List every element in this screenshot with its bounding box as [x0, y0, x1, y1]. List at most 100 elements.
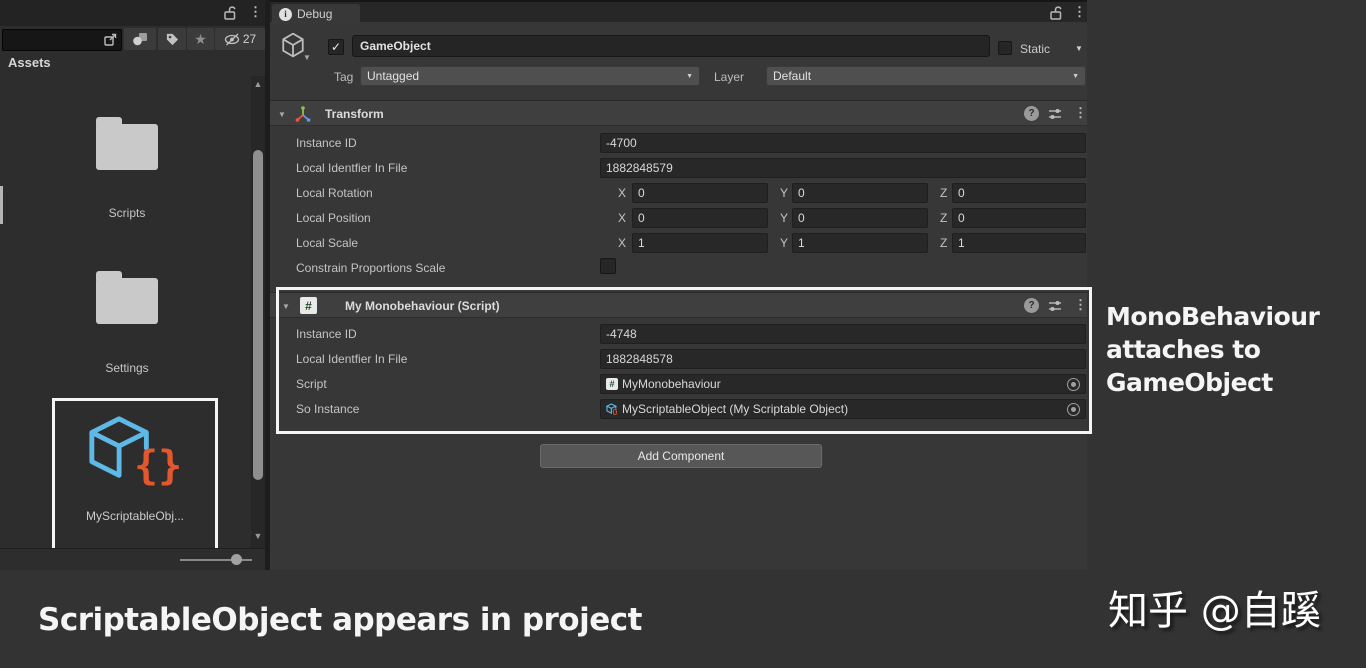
static-label: Static: [1020, 42, 1050, 56]
field-label: Local Identfier In File: [296, 158, 407, 178]
scale-y-field[interactable]: 1: [792, 233, 928, 253]
chevron-down-icon: ▼: [1072, 73, 1079, 80]
rotation-x-field[interactable]: 0: [632, 183, 768, 203]
axis-x-label: X: [618, 183, 626, 203]
field-label: Constrain Proportions Scale: [296, 258, 445, 278]
transform-title: Transform: [325, 107, 384, 121]
rotation-y-field[interactable]: 0: [792, 183, 928, 203]
field-value: 1: [638, 236, 645, 250]
static-dropdown-arrow[interactable]: ▼: [1075, 44, 1083, 53]
tab-debug[interactable]: i Debug: [272, 4, 360, 24]
search-by-type-button[interactable]: [124, 28, 156, 50]
axis-z-label: Z: [940, 208, 947, 228]
axis-y-label: Y: [780, 208, 788, 228]
rotation-z-field[interactable]: 0: [952, 183, 1086, 203]
tag-value: Untagged: [367, 69, 419, 83]
constrain-proportions-checkbox[interactable]: [600, 258, 616, 274]
active-checkbox[interactable]: ✓: [328, 39, 344, 55]
search-by-label-button[interactable]: [158, 28, 186, 50]
info-icon: i: [279, 8, 292, 21]
field-value: 0: [638, 211, 645, 225]
project-item-scripts[interactable]: Scripts: [66, 206, 188, 220]
folder-icon: [96, 124, 158, 170]
chevron-down-icon[interactable]: ▼: [303, 53, 311, 62]
transform-axes-icon: [294, 105, 312, 128]
eye-slash-icon: [224, 33, 241, 46]
assets-header: Assets: [8, 55, 51, 70]
axis-x-label: X: [618, 208, 626, 228]
transform-component-header[interactable]: ▼ Transform ? ⋮: [270, 100, 1087, 126]
field-value: 1882848579: [606, 161, 673, 175]
scale-x-field[interactable]: 1: [632, 233, 768, 253]
hidden-count: 27: [243, 32, 256, 46]
field-value: 1: [958, 236, 965, 250]
project-bottom-bar: [0, 548, 265, 570]
window-edge-decoration: [0, 186, 3, 224]
star-icon: ★: [194, 31, 207, 48]
chevron-down-icon: ▼: [686, 73, 693, 80]
check-icon: ✓: [331, 41, 341, 53]
annotation-box-monobehaviour: [276, 287, 1092, 434]
hidden-objects-toggle[interactable]: 27: [215, 28, 265, 50]
field-value: 1: [798, 236, 805, 250]
watermark: 知乎 @自蹊: [1108, 578, 1321, 636]
inspector-panel: i Debug ⋮ ▼ ✓ GameObject Static ▼ Tag Un…: [270, 0, 1087, 570]
scale-z-field[interactable]: 1: [952, 233, 1086, 253]
presets-icon[interactable]: [1047, 106, 1063, 127]
position-y-field[interactable]: 0: [792, 208, 928, 228]
annotation-bottom: ScriptableObject appears in project: [38, 602, 642, 638]
kebab-menu-icon[interactable]: ⋮: [1074, 106, 1087, 120]
annotation-right: MonoBehaviour attaches to GameObject: [1106, 300, 1364, 399]
tag-label: Tag: [334, 70, 353, 84]
axis-z-label: Z: [940, 183, 947, 203]
position-z-field[interactable]: 0: [952, 208, 1086, 228]
favorites-button[interactable]: ★: [187, 28, 214, 50]
search-input[interactable]: [2, 29, 122, 51]
field-label: Instance ID: [296, 133, 357, 153]
folder-icon: [96, 278, 158, 324]
inspector-tabstrip: i Debug ⋮: [270, 0, 1087, 22]
position-x-field[interactable]: 0: [632, 208, 768, 228]
kebab-menu-icon[interactable]: ⋮: [249, 5, 262, 19]
annotation-line: GameObject: [1106, 366, 1364, 399]
axis-y-label: Y: [780, 233, 788, 253]
foldout-icon[interactable]: ▼: [278, 110, 286, 119]
axis-z-label: Z: [940, 233, 947, 253]
screenshot-canvas: ⋮ ★ 27 Assets Scripts Settings: [0, 0, 1366, 668]
unlock-icon[interactable]: [1048, 5, 1064, 26]
add-component-button[interactable]: Add Component: [540, 444, 822, 468]
picker-icon[interactable]: [103, 32, 118, 52]
kebab-menu-icon[interactable]: ⋮: [1073, 5, 1086, 19]
scroll-up-icon[interactable]: ▲: [252, 79, 264, 89]
field-value: -4700: [606, 136, 637, 150]
zoom-slider-knob[interactable]: [231, 554, 242, 565]
tag-dropdown[interactable]: Untagged ▼: [360, 66, 700, 86]
gameobject-name-field[interactable]: GameObject: [352, 35, 990, 57]
scroll-down-icon[interactable]: ▼: [252, 531, 264, 541]
tab-label: Debug: [297, 7, 332, 21]
field-value: 0: [798, 186, 805, 200]
unlock-icon[interactable]: [222, 5, 238, 26]
layer-dropdown[interactable]: Default ▼: [766, 66, 1086, 86]
layer-label: Layer: [714, 70, 744, 84]
project-panel-titlebar: ⋮: [0, 0, 265, 26]
label-filter-icon: [165, 32, 179, 46]
local-identifier-field[interactable]: 1882848579: [600, 158, 1086, 178]
add-component-label: Add Component: [638, 449, 725, 463]
shapes-filter-icon: [132, 32, 148, 46]
help-icon[interactable]: ?: [1024, 106, 1039, 121]
axis-y-label: Y: [780, 183, 788, 203]
project-item-scriptableobject[interactable]: {}: [86, 414, 186, 506]
project-item-settings[interactable]: Settings: [66, 361, 188, 375]
annotation-line: attaches to: [1106, 333, 1364, 366]
field-value: 0: [958, 186, 965, 200]
gameobject-name: GameObject: [360, 39, 431, 53]
field-value: 0: [638, 186, 645, 200]
axis-x-label: X: [618, 233, 626, 253]
instance-id-field[interactable]: -4700: [600, 133, 1086, 153]
static-checkbox[interactable]: [998, 41, 1012, 55]
field-value: 0: [798, 211, 805, 225]
field-label: Local Rotation: [296, 183, 373, 203]
scrollbar-thumb[interactable]: [253, 150, 263, 480]
field-value: 0: [958, 211, 965, 225]
